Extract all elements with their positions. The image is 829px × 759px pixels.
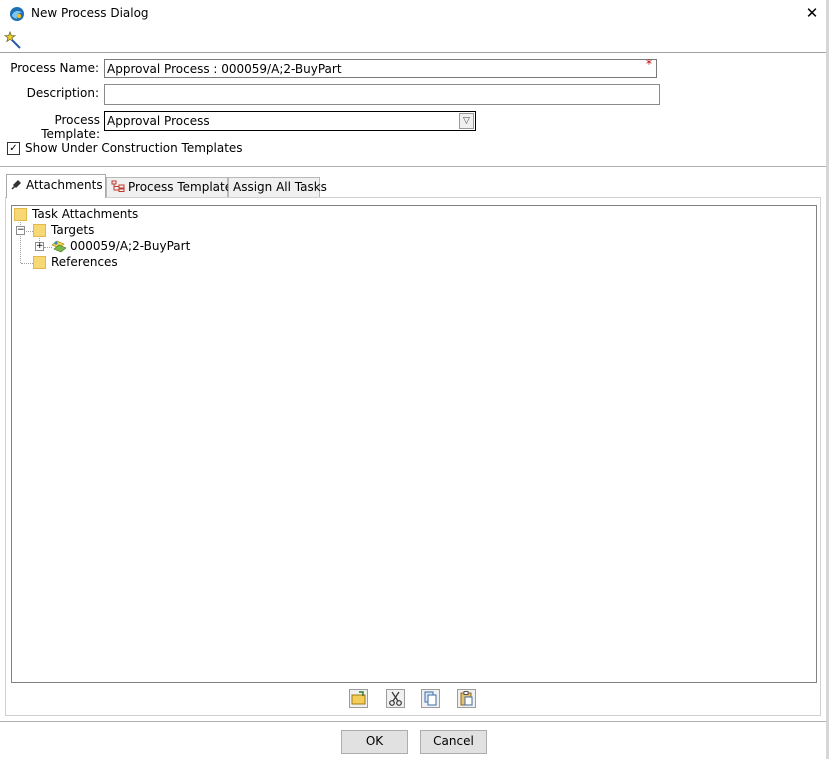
tab-assign-all-tasks-label: Assign All Tasks xyxy=(233,180,327,194)
process-template-icon xyxy=(111,180,125,192)
tree-line xyxy=(21,263,33,264)
collapse-icon[interactable]: − xyxy=(16,226,25,235)
description-label: Description: xyxy=(26,86,99,100)
item-revision-icon xyxy=(51,240,67,253)
folder-icon xyxy=(14,208,27,221)
folder-icon xyxy=(33,224,46,237)
new-process-wizard-icon[interactable] xyxy=(4,31,22,49)
paste-button[interactable] xyxy=(457,689,476,708)
paste-icon xyxy=(460,691,473,706)
footer-divider xyxy=(0,721,826,722)
open-folder-icon xyxy=(351,691,366,705)
show-under-construction-checkbox[interactable]: ✓ xyxy=(7,142,20,155)
close-button[interactable]: ✕ xyxy=(800,2,824,24)
tab-attachments[interactable]: Attachments xyxy=(6,174,106,198)
window-title: New Process Dialog xyxy=(31,6,149,20)
attachments-tree[interactable] xyxy=(11,205,817,683)
ok-button[interactable]: OK xyxy=(341,730,408,754)
expand-icon[interactable]: + xyxy=(35,242,44,251)
process-name-label: Process Name: xyxy=(10,61,99,75)
tree-node-targets[interactable]: Targets xyxy=(51,223,94,237)
process-template-select[interactable]: Approval Process xyxy=(104,111,476,131)
process-name-field[interactable]: Approval Process : 000059/A;2-BuyPart xyxy=(104,59,657,78)
cut-button[interactable] xyxy=(386,689,405,708)
tab-process-template-label: Process Template xyxy=(128,180,233,194)
description-field[interactable] xyxy=(104,84,660,105)
tab-attachments-label: Attachments xyxy=(26,178,103,192)
tab-assign-all-tasks[interactable]: Assign All Tasks xyxy=(228,177,327,197)
chevron-down-icon[interactable]: ▽ xyxy=(459,113,474,129)
copy-button[interactable] xyxy=(421,689,440,708)
attachment-icon xyxy=(11,180,21,190)
tab-process-template[interactable]: Process Template xyxy=(106,177,232,197)
tree-root-task-attachments[interactable]: Task Attachments xyxy=(32,207,138,221)
open-folder-button[interactable] xyxy=(349,689,368,708)
cancel-button[interactable]: Cancel xyxy=(420,730,487,754)
show-under-construction-label: Show Under Construction Templates xyxy=(25,141,243,155)
toolbar-divider xyxy=(0,52,826,53)
app-logo-icon xyxy=(10,7,24,21)
process-template-label: Process Template: xyxy=(41,113,100,141)
required-marker: * xyxy=(646,57,652,71)
tree-node-target-item[interactable]: 000059/A;2-BuyPart xyxy=(70,239,190,253)
cut-icon xyxy=(389,691,402,706)
form-divider xyxy=(0,166,826,167)
tree-node-references[interactable]: References xyxy=(51,255,118,269)
folder-icon xyxy=(33,256,46,269)
copy-icon xyxy=(424,691,437,706)
